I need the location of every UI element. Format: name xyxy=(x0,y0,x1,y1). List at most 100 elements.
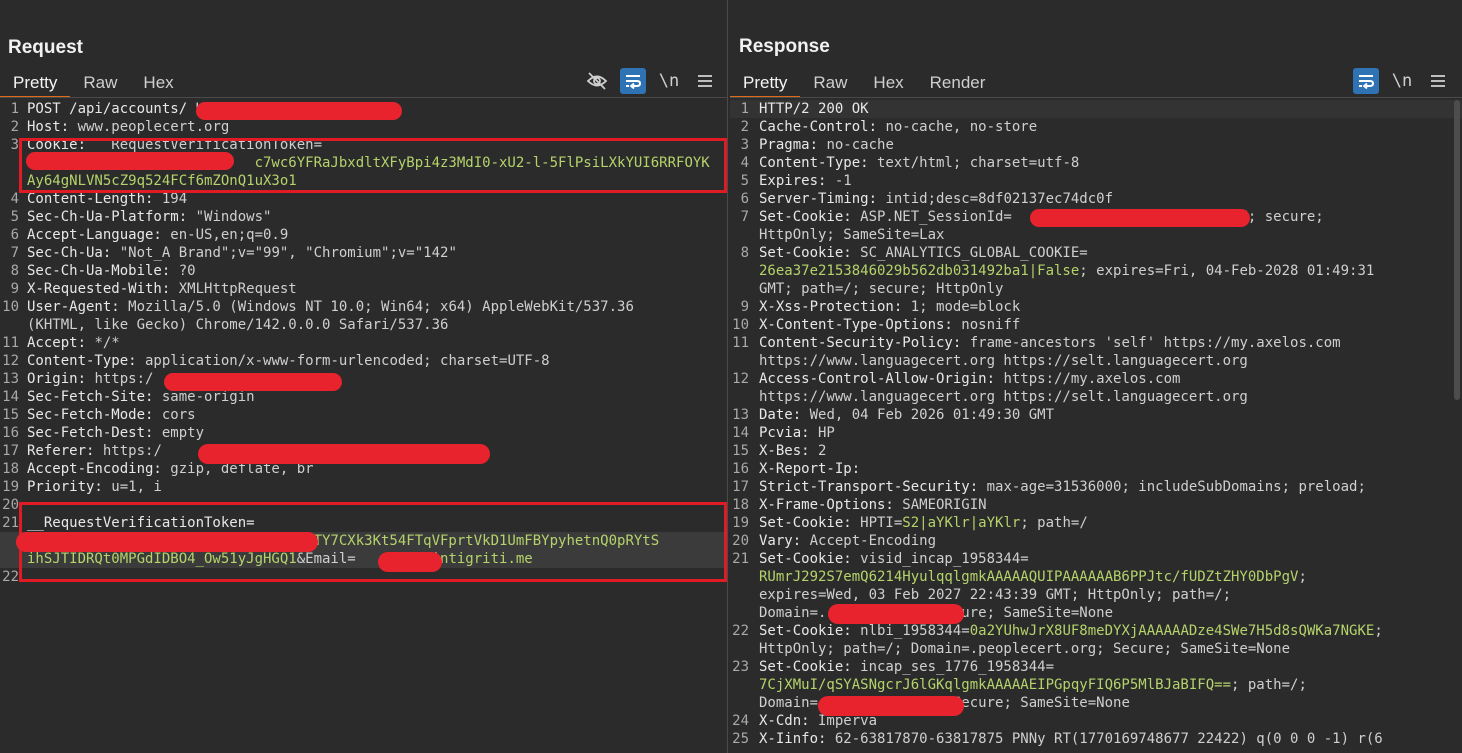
header-value: ihSJTIDRQt0MPGdIDBO4_Ow51yJgHGQ1 xyxy=(27,551,297,567)
header-value: Ay64gNLVN5cZ9q524FCf6mZOnQ1uX3o1 xyxy=(27,173,297,189)
header-value: empty xyxy=(153,425,205,441)
line-number: 9 xyxy=(10,281,19,297)
header-value: */* xyxy=(86,335,120,351)
header-name: Strict-Transport-Security: xyxy=(759,479,979,495)
header-name: Sec-Ch-Ua-Platform: xyxy=(27,209,188,225)
eye-off-icon[interactable] xyxy=(584,68,610,94)
code-text: https://www.languagecert.org https://sel… xyxy=(759,352,1248,370)
code-line: 5 Expires: -1 xyxy=(730,172,1462,190)
code-line: 9 X-Requested-With: XMLHttpRequest xyxy=(0,280,727,298)
header-name: Set-Cookie: xyxy=(759,623,852,639)
header-value: 26ea37e2153846029b562db031492ba1|False xyxy=(759,263,1080,279)
line-number: 4 xyxy=(740,155,749,171)
header-name: X-Report-Ip: xyxy=(759,461,861,477)
code-line: 15 Sec-Fetch-Mode: cors xyxy=(0,406,727,424)
header-name: X-Cdn: xyxy=(759,713,810,729)
code-line: 11 Accept: */* xyxy=(0,334,727,352)
code-text: Accept-Language: en-US,en;q=0.9 xyxy=(27,226,288,244)
header-value: ; expires=Fri, 04-Feb-2028 01:49:31 xyxy=(1079,263,1375,279)
wrap-icon[interactable] xyxy=(1353,68,1379,94)
header-name: Set-Cookie: xyxy=(759,659,852,675)
vertical-scrollbar[interactable] xyxy=(1454,100,1460,400)
newline-toggle[interactable]: \n xyxy=(656,68,682,94)
newline-toggle[interactable]: \n xyxy=(1389,68,1415,94)
code-text: Set-Cookie: incap_ses_1776_1958344= xyxy=(759,658,1054,676)
tab-request-pretty[interactable]: Pretty xyxy=(0,68,71,98)
code-text: Priority: u=1, i xyxy=(27,478,162,496)
header-value: ?0 xyxy=(170,263,196,279)
redaction-mark xyxy=(164,373,342,391)
code-line: 2 Host: www.peoplecert.org xyxy=(0,118,727,136)
line-number: 5 xyxy=(10,209,19,225)
tab-response-raw[interactable]: Raw xyxy=(800,68,860,98)
code-line: 8 Sec-Ch-Ua-Mobile: ?0 xyxy=(0,262,727,280)
request-editor[interactable]: 1POST /api/accounts/ HTTP/22Host: www.pe… xyxy=(0,100,727,753)
code-line: 17 Strict-Transport-Security: max-age=315… xyxy=(730,478,1462,496)
line-number: 20 xyxy=(732,533,749,549)
header-name: POST /api/accounts/ xyxy=(27,101,188,117)
wrap-icon[interactable] xyxy=(620,68,646,94)
code-line: expires=Wed, 03 Feb 2027 22:43:39 GMT; H… xyxy=(730,586,1462,604)
header-name: Set-Cookie: xyxy=(759,245,852,261)
line-number: 11 xyxy=(2,335,19,351)
line-number: 18 xyxy=(732,497,749,513)
header-name: Accept: xyxy=(27,335,87,351)
header-value: incap_ses_1776_1958344= xyxy=(851,659,1055,675)
tab-request-raw[interactable]: Raw xyxy=(70,68,130,98)
tab-response-render[interactable]: Render xyxy=(917,68,999,98)
code-line: 4 Content-Type: text/html; charset=utf-8 xyxy=(730,154,1462,172)
code-line: 2 Cache-Control: no-cache, no-store xyxy=(730,118,1462,136)
tab-response-pretty[interactable]: Pretty xyxy=(730,68,801,98)
tab-request-hex[interactable]: Hex xyxy=(130,68,186,98)
tabs-divider xyxy=(0,97,727,98)
code-text: ihSJTIDRQt0MPGdIDBO4_Ow51yJgHGQ1&Email= … xyxy=(27,550,533,568)
line-number: 9 xyxy=(740,299,749,315)
code-line: 19 Set-Cookie: HPTI=S2|aYKlr|aYKlr; path=… xyxy=(730,514,1462,532)
header-value: ; path=/; xyxy=(1231,677,1307,693)
header-value: no-cache xyxy=(818,137,894,153)
line-number: 21 xyxy=(2,515,19,531)
code-line: 5 Sec-Ch-Ua-Platform: "Windows" xyxy=(0,208,727,226)
code-text: Sec-Ch-Ua-Platform: "Windows" xyxy=(27,208,271,226)
code-line: HttpOnly; path=/; Domain=.peoplecert.org… xyxy=(730,640,1462,658)
header-value: www.peoplecert.org xyxy=(69,119,230,135)
code-line: 12 Access-Control-Allow-Origin: https://m… xyxy=(730,370,1462,388)
redaction-mark xyxy=(198,444,490,464)
header-name: __RequestVerificationToken= xyxy=(27,515,255,531)
code-text: Set-Cookie: HPTI=S2|aYKlr|aYKlr; path=/ xyxy=(759,514,1088,532)
line-number: 1 xyxy=(10,101,19,117)
header-name: Date: xyxy=(759,407,802,423)
header-name: Server-Timing: xyxy=(759,191,878,207)
header-value: RUmrJ292S7emQ6214HyulqqlgmkAAAAAQUIPAAAA… xyxy=(759,569,1299,585)
code-line: ihSJTIDRQt0MPGdIDBO4_Ow51yJgHGQ1&Email= … xyxy=(0,550,727,568)
code-line: 4 Content-Length: 194 xyxy=(0,190,727,208)
code-text: Sec-Ch-Ua-Mobile: ?0 xyxy=(27,262,196,280)
line-number: 25 xyxy=(732,731,749,747)
header-value: 1; mode=block xyxy=(902,299,1021,315)
header-name: Sec-Ch-Ua-Mobile: xyxy=(27,263,171,279)
tab-response-hex[interactable]: Hex xyxy=(860,68,916,98)
redaction-mark xyxy=(196,102,402,120)
header-name: Access-Control-Allow-Origin: xyxy=(759,371,996,387)
line-number: 19 xyxy=(732,515,749,531)
header-value: &Email= xyxy=(296,551,356,567)
header-value: u=1, i xyxy=(102,479,162,495)
header-name: Vary: xyxy=(759,533,802,549)
menu-icon[interactable] xyxy=(1425,68,1451,94)
header-name: X-Bes: xyxy=(759,443,810,459)
code-text: Set-Cookie: nlbi_1958344=0a2YUhwJrX8UF8m… xyxy=(759,622,1383,640)
code-text: https://www.languagecert.org https://sel… xyxy=(759,388,1248,406)
line-number: 16 xyxy=(2,425,19,441)
response-editor[interactable]: 1 HTTP/2 200 OK 2 Cache-Control: no-cache, … xyxy=(730,100,1462,753)
header-name: HTTP/2 200 OK xyxy=(759,101,869,117)
header-value: ASP.NET_SessionId= xyxy=(851,209,1012,225)
response-tabs: Pretty Raw Hex Render xyxy=(730,68,998,98)
header-value: GMT; path=/; secure; HttpOnly xyxy=(759,281,1004,297)
line-number: 8 xyxy=(10,263,19,279)
header-name: X-Xss-Protection: xyxy=(759,299,903,315)
header-value: text/html; charset=utf-8 xyxy=(868,155,1080,171)
code-text: Origin: https:/ xyxy=(27,370,153,388)
code-line: HttpOnly; SameSite=Lax xyxy=(730,226,1462,244)
menu-icon[interactable] xyxy=(692,68,718,94)
header-value: nlbi_1958344= xyxy=(851,623,970,639)
